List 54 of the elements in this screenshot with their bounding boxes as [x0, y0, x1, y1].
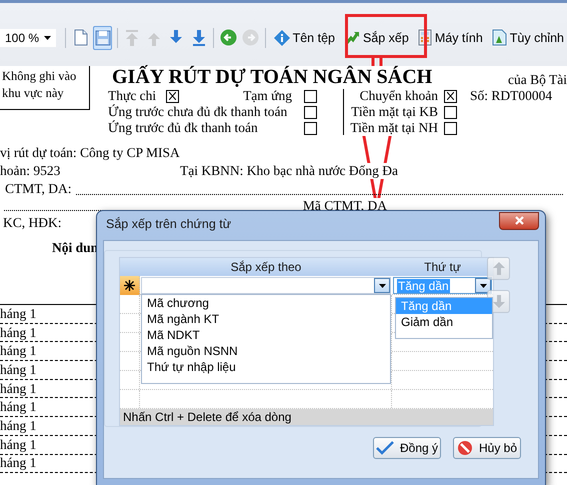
ok-button[interactable]: Đồng ý	[373, 437, 441, 459]
zoom-dropdown[interactable]: 100 %	[0, 28, 56, 46]
arrow-to-top-icon	[125, 28, 140, 46]
toolbar-button[interactable]: Tùy chỉnh	[488, 26, 567, 50]
table-cell: háng 1	[0, 324, 36, 341]
document-icon	[492, 29, 507, 46]
unit-text: vị rút dự toán: Công ty CP MISA	[0, 145, 180, 161]
back-icon	[220, 29, 237, 46]
info-icon	[274, 30, 290, 46]
dropdown-button[interactable]	[475, 278, 491, 293]
toolbar-button[interactable]: Sắp xếp	[340, 26, 412, 50]
toolbar-button[interactable]	[93, 26, 112, 50]
toolbar-button[interactable]: Tên tệp	[270, 26, 338, 50]
dropdown-option[interactable]: Mã chương	[142, 295, 390, 311]
close-icon	[514, 216, 524, 225]
table-cell: háng 1	[0, 343, 36, 360]
dropdown-option[interactable]: Mã NDKT	[142, 327, 390, 343]
dropdown-option[interactable]: Thứ tự nhập liệu	[142, 359, 390, 375]
dropdown-button[interactable]	[374, 278, 390, 293]
hint-text: Nhấn Ctrl + Delete để xóa dòng	[120, 409, 493, 425]
prohibited-icon	[456, 440, 473, 456]
treasury-text: Tại KBNN: Kho bạc nhà nước Đống Đa	[180, 163, 398, 179]
column-header: Sắp xếp theo	[230, 259, 302, 276]
table-cell: háng 1	[0, 399, 36, 416]
dropdown-option[interactable]: Giảm dần	[396, 314, 492, 330]
up-arrow-icon	[492, 261, 506, 276]
toolbar-button[interactable]: Máy tính	[414, 26, 486, 50]
dropdown-option[interactable]: Mã ngành KT	[142, 311, 390, 327]
table-cell: háng 1	[0, 418, 36, 434]
asterisk-icon	[124, 280, 135, 291]
close-button[interactable]	[499, 212, 539, 230]
issuer-text: của Bộ Tài	[508, 72, 567, 88]
table-cell: háng 1	[0, 455, 36, 472]
document-number: Số: RDT00004	[469, 88, 554, 104]
column-header: Thứ tự	[423, 259, 462, 276]
table-cell: háng 1	[0, 380, 36, 397]
contract-label: KC, HĐK:	[0, 215, 62, 231]
stamp-note: Không ghi vào khu vực này	[0, 66, 90, 110]
table-cell: háng 1	[0, 362, 36, 378]
save-icon	[94, 30, 111, 46]
arrow-to-bottom-icon	[192, 28, 206, 46]
cancel-button[interactable]: Hủy bỏ	[453, 437, 521, 459]
down-arrow-icon	[492, 294, 506, 309]
sort-field-dropdown[interactable]	[141, 277, 391, 294]
caret-icon	[480, 284, 486, 288]
table-cell: háng 1	[0, 306, 36, 322]
forward-icon	[242, 29, 259, 46]
page-icon	[74, 29, 88, 46]
dialog-title: Sắp xếp trên chứng từ	[106, 216, 232, 230]
table-cell: háng 1	[0, 436, 36, 453]
caret-icon	[44, 36, 52, 40]
caret-icon	[378, 284, 386, 288]
dropdown-option[interactable]: Mã nguồn NSNN	[142, 343, 390, 359]
checkmark-icon	[376, 441, 394, 455]
